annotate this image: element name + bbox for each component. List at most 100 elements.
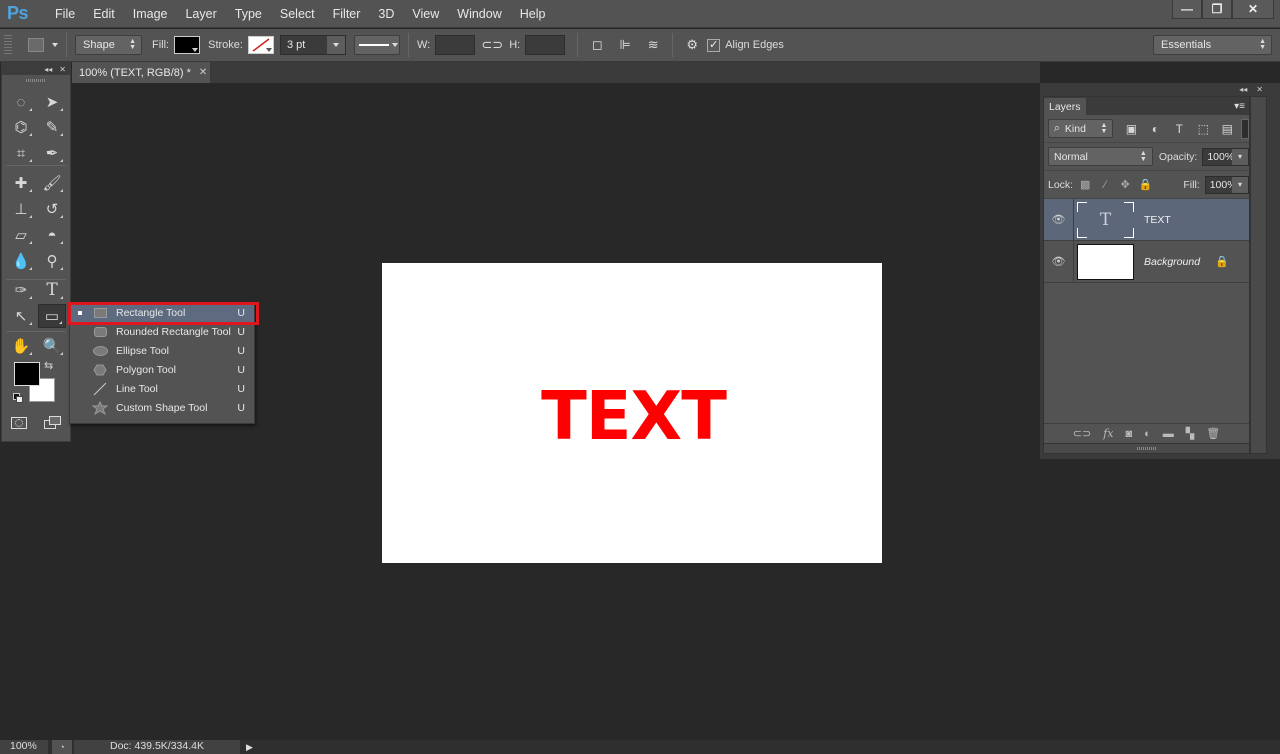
close-panels-icon[interactable]: ✕ — [1256, 85, 1263, 95]
add-mask-icon[interactable]: ◙ — [1125, 428, 1132, 440]
paint-bucket-tool-icon[interactable]: ◓ — [38, 223, 66, 247]
delete-layer-trash-icon[interactable]: 🗑 — [1206, 427, 1220, 440]
align-edges-checkbox[interactable]: ✓ — [707, 38, 721, 52]
layer-row-text[interactable]: 👁 T TEXT — [1044, 198, 1249, 241]
opacity-input[interactable]: 100% ▾ — [1202, 147, 1249, 166]
menu-window[interactable]: Window — [448, 7, 510, 21]
rectangle-tool-icon[interactable]: ▭ — [38, 304, 66, 328]
restore-button[interactable]: ❐ — [1202, 0, 1232, 19]
layer-name[interactable]: TEXT — [1144, 214, 1171, 226]
minimize-button[interactable]: — — [1172, 0, 1202, 19]
blend-mode-select[interactable]: Normal ▲ ▼ — [1048, 147, 1153, 166]
blur-tool-icon[interactable]: 💧 — [7, 249, 35, 273]
flyout-item-rectangle-tool[interactable]: Rectangle Tool U — [70, 303, 254, 322]
swap-colors-icon[interactable]: ⇆ — [44, 359, 53, 372]
move-tool-icon[interactable]: ➤ — [38, 90, 66, 114]
menu-type[interactable]: Type — [226, 7, 271, 21]
gear-icon[interactable]: ⚙ — [681, 34, 703, 56]
stroke-width-input[interactable]: 3 pt — [279, 35, 346, 55]
collapse-icon[interactable]: ◂◂ — [44, 65, 52, 74]
menu-help[interactable]: Help — [511, 7, 555, 21]
lock-transparent-pixels-icon[interactable]: ▩ — [1075, 178, 1095, 191]
path-alignment-icon[interactable]: ⊫ — [614, 34, 636, 56]
proof-setup-icon[interactable]: ◔ — [52, 740, 72, 754]
visibility-eye-icon[interactable]: 👁 — [1044, 198, 1074, 241]
brush-tool-icon[interactable]: 🖌 — [38, 171, 66, 195]
close-window-button[interactable]: ✕ — [1232, 0, 1274, 19]
lock-position-icon[interactable]: ✥ — [1115, 178, 1135, 191]
document-canvas[interactable]: TEXT — [382, 263, 882, 563]
tool-preset-icon[interactable] — [28, 38, 44, 52]
close-icon[interactable]: ✕ — [59, 65, 66, 74]
filter-kind-select[interactable]: ⌕ Kind ▲ ▼ — [1048, 119, 1114, 138]
layer-name[interactable]: Background — [1144, 256, 1200, 268]
polygonal-lasso-tool-icon[interactable]: ⌬ — [7, 115, 35, 139]
shape-mode-select[interactable]: Shape ▲ ▼ — [75, 35, 142, 55]
workspace-select[interactable]: Essentials ▲ ▼ — [1153, 35, 1272, 55]
hand-tool-icon[interactable]: ✋ — [7, 334, 35, 358]
eyedropper-tool-icon[interactable]: ✒ — [38, 141, 66, 165]
fill-color-swatch[interactable] — [174, 36, 201, 54]
spot-healing-brush-tool-icon[interactable]: ✚ — [7, 171, 35, 195]
document-tab[interactable]: 100% (TEXT, RGB/8) * ✕ — [72, 62, 211, 83]
adjustment-layer-filter-icon[interactable]: ◐ — [1143, 122, 1167, 136]
zoom-level[interactable]: 100% — [0, 740, 48, 754]
flyout-item-custom-shape-tool[interactable]: Custom Shape Tool U — [70, 398, 254, 417]
options-bar-grip[interactable] — [4, 35, 12, 55]
pixel-layer-filter-icon[interactable]: ▣ — [1119, 122, 1143, 136]
layer-locked-icon[interactable]: 🔒 — [1215, 255, 1229, 268]
dodge-tool-icon[interactable]: ⚲ — [38, 249, 66, 273]
status-menu-arrow-icon[interactable]: ▶ — [246, 742, 253, 753]
menu-edit[interactable]: Edit — [84, 7, 124, 21]
path-arrangement-icon[interactable]: ≋ — [642, 34, 664, 56]
layer-row-background[interactable]: 👁 Background 🔒 — [1044, 240, 1249, 283]
close-document-icon[interactable]: ✕ — [199, 67, 207, 78]
menu-file[interactable]: File — [46, 7, 84, 21]
panel-resize-grip[interactable] — [1044, 443, 1249, 453]
stroke-type-select[interactable] — [353, 35, 400, 55]
default-colors-icon[interactable] — [13, 393, 23, 403]
menu-view[interactable]: View — [403, 7, 448, 21]
toolbox-grip[interactable] — [2, 75, 70, 85]
history-brush-tool-icon[interactable]: ↺ — [38, 197, 66, 221]
crop-tool-icon[interactable]: ⌗ — [7, 141, 35, 165]
lock-image-pixels-icon[interactable]: ⁄ — [1095, 179, 1115, 191]
menu-3d[interactable]: 3D — [369, 7, 403, 21]
menu-select[interactable]: Select — [271, 7, 324, 21]
flyout-item-polygon-tool[interactable]: Polygon Tool U — [70, 360, 254, 379]
filter-toggle-switch[interactable] — [1241, 118, 1249, 139]
quick-selection-tool-icon[interactable]: ✎ — [38, 115, 66, 139]
stroke-width-dropdown[interactable] — [326, 36, 345, 54]
new-group-folder-icon[interactable]: ▬ — [1163, 428, 1174, 440]
menu-layer[interactable]: Layer — [176, 7, 225, 21]
tab-layers[interactable]: Layers — [1044, 98, 1086, 115]
quick-mask-icon[interactable] — [11, 417, 27, 429]
panel-menu-icon[interactable]: ▾≡ — [1234, 101, 1245, 112]
type-tool-icon[interactable]: T — [38, 278, 66, 302]
height-input[interactable] — [525, 35, 566, 55]
lock-all-icon[interactable]: 🔒 — [1135, 178, 1155, 191]
link-icon[interactable]: ⊂⊃ — [481, 34, 503, 56]
flyout-item-rounded-rectangle-tool[interactable]: Rounded Rectangle Tool U — [70, 322, 254, 341]
fill-input[interactable]: 100% ▾ — [1204, 175, 1249, 194]
clone-stamp-tool-icon[interactable]: ⊥ — [7, 197, 35, 221]
flyout-item-line-tool[interactable]: Line Tool U — [70, 379, 254, 398]
path-selection-tool-icon[interactable]: ↖ — [7, 304, 35, 328]
smart-object-filter-icon[interactable]: ▤ — [1215, 122, 1239, 136]
link-layers-icon[interactable]: ⊂⊃ — [1073, 427, 1091, 440]
shape-layer-filter-icon[interactable]: ⬚ — [1191, 122, 1215, 136]
width-input[interactable] — [435, 35, 476, 55]
pen-tool-icon[interactable]: ✑ — [7, 278, 35, 302]
path-operations-icon[interactable]: ◻ — [586, 34, 608, 56]
visibility-eye-icon[interactable]: 👁 — [1044, 240, 1074, 283]
foreground-color-swatch[interactable] — [14, 362, 40, 386]
stroke-color-swatch[interactable] — [247, 36, 274, 54]
chevron-down-icon[interactable]: ▾ — [1232, 176, 1248, 193]
new-layer-icon[interactable]: ▚ — [1186, 427, 1194, 440]
panel-scrollbar[interactable] — [1250, 96, 1267, 454]
zoom-tool-icon[interactable]: 🔍 — [38, 334, 66, 358]
canvas-text-layer[interactable]: TEXT — [541, 377, 727, 455]
type-layer-filter-icon[interactable]: T — [1167, 122, 1191, 136]
menu-filter[interactable]: Filter — [324, 7, 370, 21]
collapse-panels-icon[interactable]: ◂◂ — [1239, 85, 1247, 95]
